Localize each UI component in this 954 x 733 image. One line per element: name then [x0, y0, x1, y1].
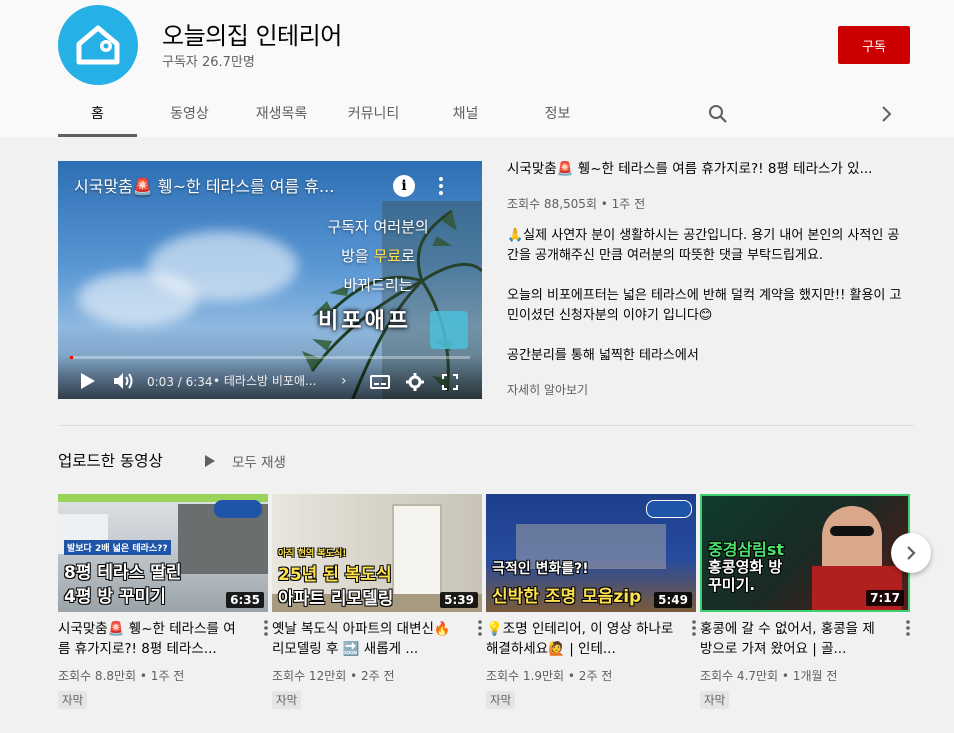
video-thumbnail[interactable]: 발보다 2배 넓은 테라스?? 8평 테라스 딸린 4평 방 꾸미기 6:35 — [58, 494, 268, 612]
search-icon[interactable] — [708, 104, 728, 124]
thumb-sunglasses — [830, 526, 874, 536]
video-title[interactable]: 옛날 복도식 아파트의 대변신🔥 리모델링 후 🔜 새롭게 ... — [272, 619, 462, 659]
video-thumbnail[interactable]: 중경삼림st 홍콩영화 방꾸미기. 7:17 — [700, 494, 910, 612]
shelf-next-button[interactable] — [891, 533, 931, 573]
thumb-caption-line1: 8평 테라스 딸린 — [64, 563, 182, 583]
video-card[interactable]: 극적인 변화를?! 신박한 조명 모음zip 5:49 💡조명 인테리어, 이 … — [486, 494, 696, 709]
brand-badge-icon — [214, 500, 262, 518]
thumb-caption-line2: 아파트 리모델링 — [278, 589, 394, 609]
video-title[interactable]: 💡조명 인테리어, 이 영상 하나로 해결하세요🙋 | 인테... — [486, 619, 676, 659]
caption-badge: 자막 — [58, 691, 88, 709]
thumb-caption-small: 발보다 2배 넓은 테라스?? — [64, 540, 171, 555]
featured-meta: 조회수 88,505회 • 1주 전 — [507, 197, 646, 211]
progress-bar[interactable] — [70, 356, 470, 359]
video-duration: 7:17 — [866, 590, 904, 606]
cloud-shape — [78, 271, 198, 326]
video-meta: 조회수 8.8만회 • 1주 전 — [58, 669, 185, 683]
channel-name[interactable]: 오늘의집 인테리어 — [162, 16, 342, 51]
video-title[interactable]: 홍콩에 갈 수 없어서, 홍콩을 제 방으로 가져 왔어요 | 골... — [700, 619, 890, 659]
settings-gear-icon[interactable] — [406, 373, 424, 391]
more-vert-icon[interactable] — [906, 620, 910, 636]
subscriber-count: 구독자 26.7만명 — [162, 55, 255, 70]
video-card[interactable]: 중경삼림st 홍콩영화 방꾸미기. 7:17 홍콩에 갈 수 없어서, 홍콩을 … — [700, 494, 910, 709]
channel-header: 오늘의집 인테리어 구독자 26.7만명 구독 홈 동영상 재생목록 커뮤니티 … — [0, 0, 954, 137]
featured-video-player[interactable]: 시국맞춤🚨 휑~한 테라스를 여름 휴... i 구독자 여러분의 방을 무료로… — [58, 161, 482, 399]
info-icon[interactable]: i — [393, 175, 415, 197]
chevron-right-icon — [907, 546, 916, 560]
subscribe-button[interactable]: 구독 — [838, 26, 910, 64]
video-duration: 5:39 — [440, 592, 478, 608]
fullscreen-icon[interactable] — [442, 374, 458, 390]
shelf-title[interactable]: 업로드한 동영상 — [58, 449, 163, 471]
promo-line-1: 구독자 여러분의 — [327, 218, 429, 236]
description-paragraph: 공간분리를 통해 넓찍한 테라스에서 — [507, 348, 699, 363]
video-title[interactable]: 시국맞춤🚨 휑~한 테라스를 여름 휴가지로?! 8평 테라스... — [58, 619, 248, 659]
chevron-right-icon[interactable] — [878, 104, 894, 124]
play-all-label: 모두 재생 — [232, 455, 286, 471]
subtitles-icon[interactable] — [370, 375, 390, 389]
video-meta: 조회수 1.9만회 • 2주 전 — [486, 669, 613, 683]
tab-about[interactable]: 정보 — [518, 88, 597, 137]
caption-badge: 자막 — [700, 691, 730, 709]
play-all-button[interactable]: 모두 재생 — [205, 451, 286, 471]
thumb-caption-line1: 극적인 변화를?! — [492, 561, 589, 577]
thumb-caption-line1: 25년 된 복도식 — [278, 565, 392, 585]
tab-playlists[interactable]: 재생목록 — [242, 88, 321, 137]
thumb-caption-line2: 신박한 조명 모음zip — [492, 587, 642, 607]
main-content: 시국맞춤🚨 휑~한 테라스를 여름 휴... i 구독자 여러분의 방을 무료로… — [0, 137, 954, 733]
tab-community[interactable]: 커뮤니티 — [334, 88, 413, 137]
video-meta: 조회수 4.7만회 • 1개월 전 — [700, 669, 838, 683]
section-divider — [58, 425, 914, 426]
thumb-caption-small: 아직 현역 복도식! — [278, 549, 347, 559]
thumb-window — [392, 504, 442, 599]
more-vert-icon[interactable] — [692, 620, 696, 636]
promo-free-highlight: 무료 — [373, 247, 402, 265]
more-vert-icon[interactable] — [478, 620, 482, 636]
player-time: 0:03 / 6:34 — [147, 375, 213, 389]
description-paragraph: 오늘의 비포에프터는 넓은 테라스에 반해 덜컥 계약을 했지만!! 활용이 고… — [507, 288, 902, 323]
read-more-link[interactable]: 자세히 알아보기 — [507, 381, 588, 398]
thumb-caption-line2: 4평 방 꾸미기 — [64, 587, 166, 607]
promo-line-2: 방을 무료로 — [288, 245, 468, 266]
description-paragraph: 🙏실제 사연자 분이 생활하시는 공간입니다. 용기 내어 본인의 사적인 공간… — [507, 228, 900, 263]
video-thumbnail[interactable]: 극적인 변화를?! 신박한 조명 모음zip 5:49 — [486, 494, 696, 612]
caption-badge: 자막 — [272, 691, 302, 709]
volume-icon[interactable] — [113, 372, 135, 390]
promo-line-2a: 방을 — [341, 247, 374, 265]
brand-badge-icon — [646, 500, 692, 518]
channel-tabs: 홈 동영상 재생목록 커뮤니티 채널 정보 — [58, 88, 610, 137]
progress-fill — [70, 356, 74, 359]
video-thumbnail[interactable]: 아직 현역 복도식! 25년 된 복도식 아파트 리모델링 5:39 — [272, 494, 482, 612]
house-icon — [76, 25, 120, 65]
video-duration: 6:35 — [226, 592, 264, 608]
play-icon — [205, 455, 215, 467]
chapter-chevron-icon[interactable]: › — [341, 373, 347, 389]
more-vert-icon[interactable] — [264, 620, 268, 636]
video-meta: 조회수 12만회 • 2주 전 — [272, 669, 395, 683]
more-vert-icon[interactable] — [438, 175, 444, 197]
channel-avatar[interactable] — [58, 5, 138, 85]
player-chapter[interactable]: • 테라스방 비포애... — [213, 372, 316, 389]
featured-title[interactable]: 시국맞춤🚨 휑~한 테라스를 여름 휴가지로?! 8평 테라스가 있... — [507, 159, 907, 179]
thumb-caption-line2: 홍콩영화 방꾸미기. — [708, 558, 783, 594]
thumb-caption-line1: 중경삼림st — [708, 540, 785, 559]
brand-badge-icon — [430, 311, 468, 349]
video-card[interactable]: 아직 현역 복도식! 25년 된 복도식 아파트 리모델링 5:39 옛날 복도… — [272, 494, 482, 709]
promo-line-2c: 로 — [401, 247, 415, 265]
promo-line-3: 바꿔드리는 — [343, 276, 413, 294]
tab-videos[interactable]: 동영상 — [150, 88, 229, 137]
tab-channels[interactable]: 채널 — [426, 88, 505, 137]
tab-home[interactable]: 홈 — [58, 88, 137, 137]
play-icon[interactable] — [80, 372, 96, 390]
player-title[interactable]: 시국맞춤🚨 휑~한 테라스를 여름 휴... — [74, 173, 334, 197]
caption-badge: 자막 — [486, 691, 516, 709]
video-card[interactable]: 발보다 2배 넓은 테라스?? 8평 테라스 딸린 4평 방 꾸미기 6:35 … — [58, 494, 268, 709]
featured-description: 🙏실제 사연자 분이 생활하시는 공간입니다. 용기 내어 본인의 사적인 공간… — [507, 226, 907, 371]
featured-video-info: 시국맞춤🚨 휑~한 테라스를 여름 휴가지로?! 8평 테라스가 있... 조회… — [507, 159, 907, 371]
video-duration: 5:49 — [654, 592, 692, 608]
